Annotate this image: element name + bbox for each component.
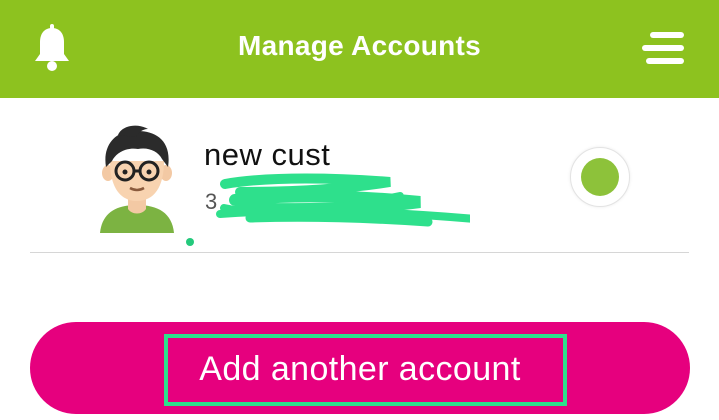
menu-button[interactable]	[638, 28, 688, 68]
redaction-scribble	[216, 173, 470, 227]
user-avatar	[100, 125, 174, 233]
account-list-item[interactable]: new cust 3	[30, 110, 689, 253]
radio-selected-indicator	[581, 158, 619, 196]
divider	[30, 252, 689, 253]
add-account-label: Add another account	[199, 350, 521, 388]
add-account-button[interactable]: Add another account	[30, 322, 690, 414]
app-header: Manage Accounts	[0, 0, 719, 98]
account-select-radio[interactable]	[570, 147, 630, 207]
page-title: Manage Accounts	[237, 30, 482, 61]
status-dot	[186, 238, 194, 246]
